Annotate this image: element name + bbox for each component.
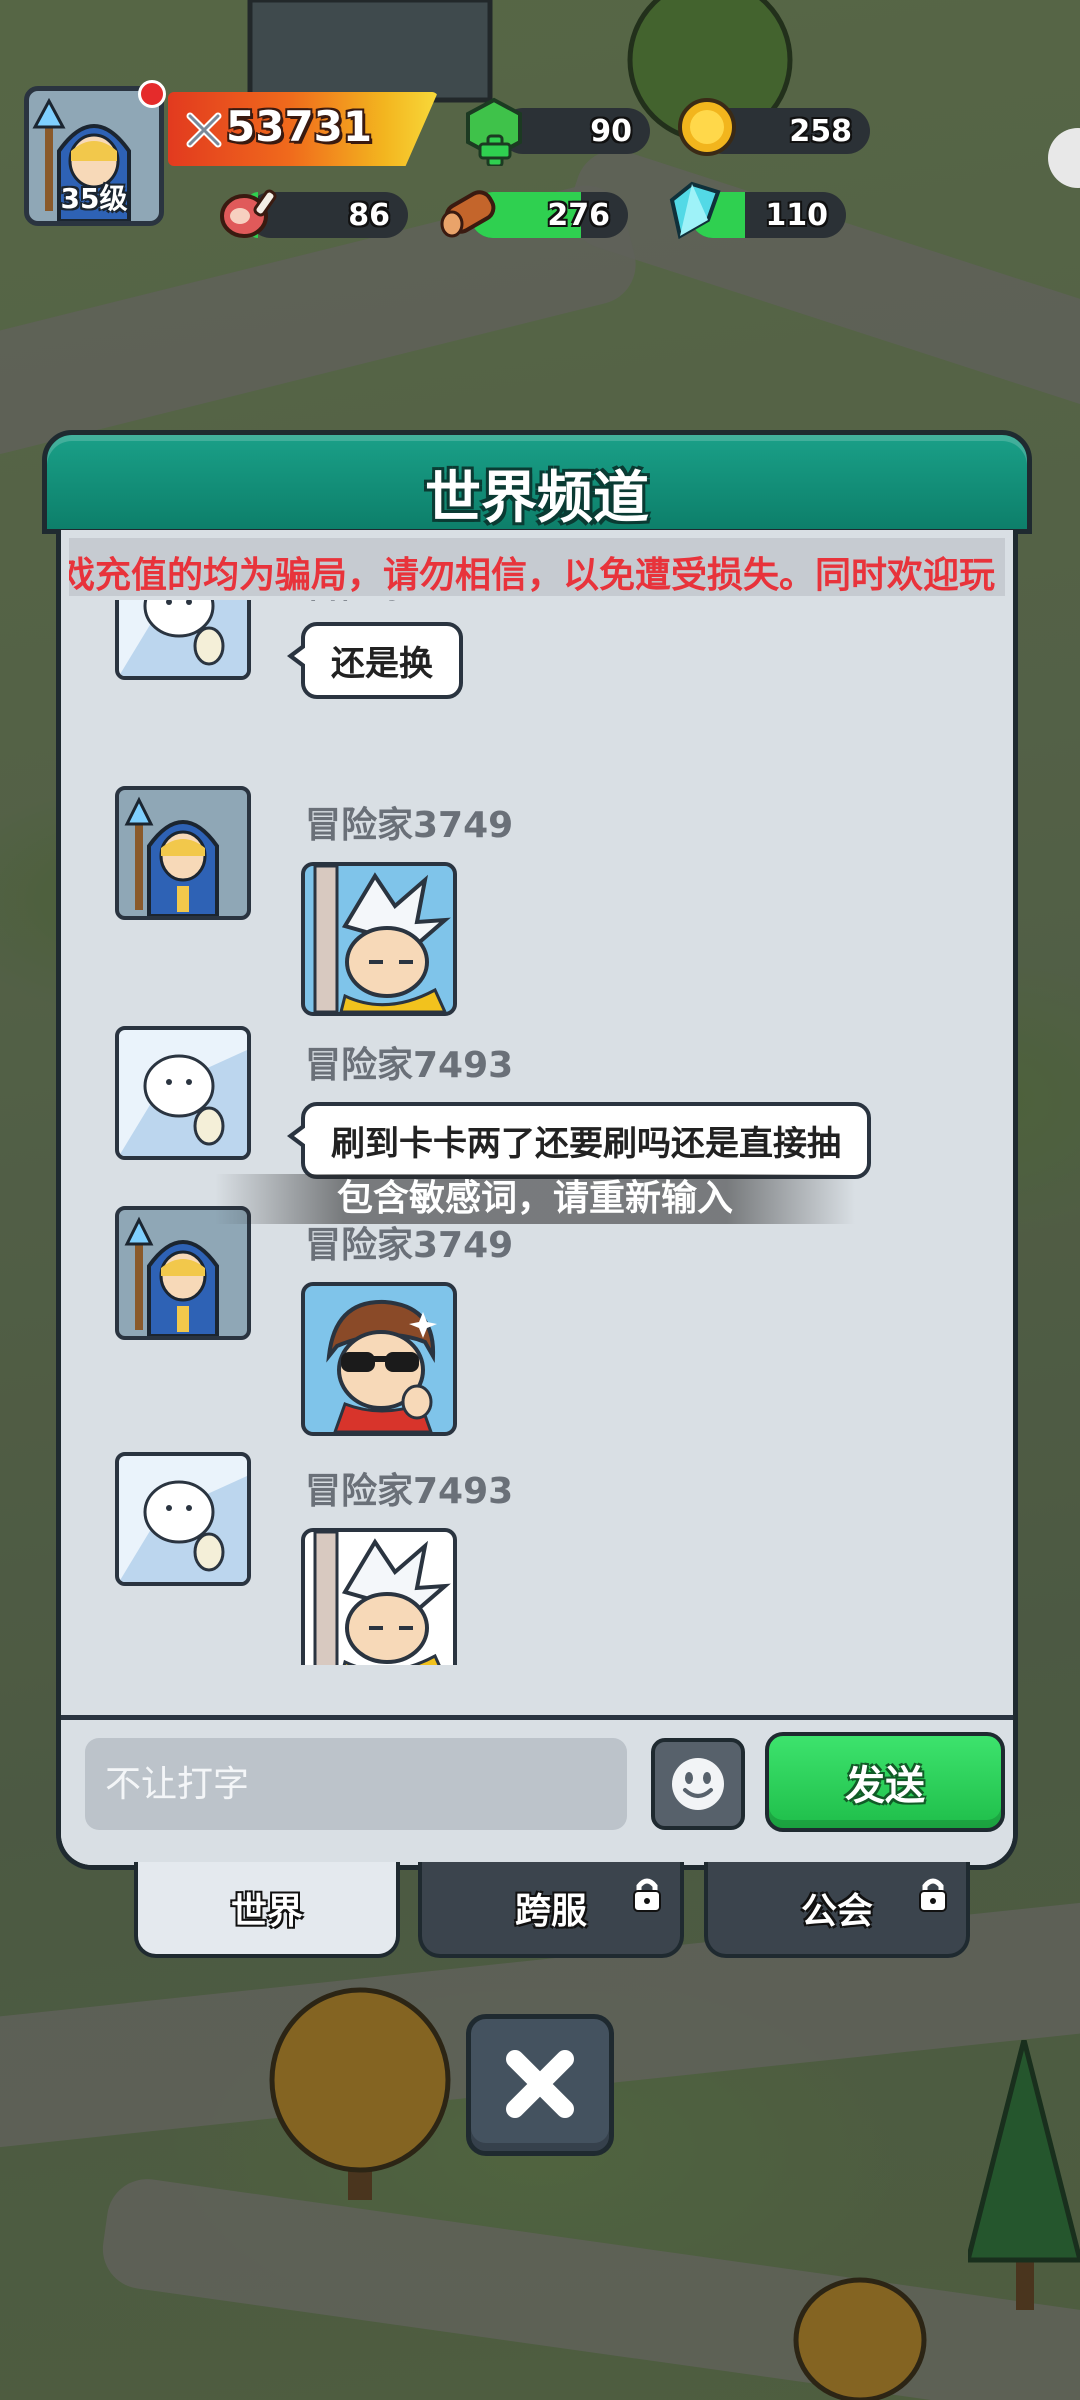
panel-body: 戏充值的均为骗局，请勿相信，以免遭受损失。同时欢迎玩 冒险家7493 还是换 bbox=[56, 530, 1018, 1870]
white-cat-avatar-icon bbox=[119, 1476, 247, 1582]
sleepy-white-hair-sticker-icon bbox=[313, 1532, 451, 1665]
blue-crystal-icon bbox=[669, 181, 721, 240]
cat-avatar[interactable] bbox=[115, 600, 251, 680]
priest-avatar[interactable] bbox=[115, 1206, 251, 1340]
white-cat-avatar-icon bbox=[119, 600, 247, 676]
crossed-swords-icon bbox=[186, 112, 222, 148]
chat-message: 冒险家7493 bbox=[61, 1452, 1013, 1665]
world-chat-panel: 世界频道 戏充值的均为骗局，请勿相信，以免遭受损失。同时欢迎玩 冒险家7493 … bbox=[42, 430, 1032, 1870]
message-bubble[interactable]: 还是换 bbox=[287, 622, 463, 699]
notice-text: 戏充值的均为骗局，请勿相信，以免遭受损失。同时欢迎玩 bbox=[69, 555, 996, 596]
sender-name: 冒险家7493 bbox=[305, 1045, 514, 1086]
chat-message-list[interactable]: 冒险家7493 还是换 冒险家3749 bbox=[61, 600, 1013, 1665]
tab-label: 世界 bbox=[230, 1891, 303, 1932]
white-cat-avatar-icon bbox=[119, 1050, 247, 1156]
tab-world[interactable]: 世界 bbox=[134, 1862, 400, 1958]
combat-power-value: 53731 bbox=[226, 102, 373, 151]
tab-label: 跨服 bbox=[514, 1891, 587, 1932]
sticker-message[interactable] bbox=[301, 1528, 457, 1665]
chat-message: 冒险家3749 bbox=[61, 1206, 1013, 1436]
chat-input-bar: 发送 bbox=[61, 1715, 1013, 1865]
message-bubble[interactable]: 刷到卡卡两了还要刷吗还是直接抽 bbox=[287, 1102, 871, 1179]
lock-icon bbox=[633, 1878, 661, 1912]
sleepy-white-hair-sticker-icon bbox=[313, 866, 451, 1012]
lock-icon bbox=[919, 1878, 947, 1912]
cool-sunglasses-sticker-icon bbox=[326, 1299, 437, 1432]
tab-cross-server[interactable]: 跨服 bbox=[418, 1862, 684, 1958]
notice-marquee: 戏充值的均为骗局，请勿相信，以免遭受损失。同时欢迎玩 bbox=[69, 538, 1005, 596]
sticker-message[interactable] bbox=[301, 862, 457, 1016]
sticker-message[interactable] bbox=[301, 1282, 457, 1436]
notification-dot bbox=[138, 80, 166, 108]
chat-message: 冒险家3749 bbox=[61, 786, 1013, 1016]
chat-message: 冒险家7493 还是换 bbox=[61, 600, 1013, 776]
emoji-button[interactable] bbox=[651, 1738, 745, 1830]
priest-avatar-icon bbox=[124, 796, 219, 916]
meat-count: 86 bbox=[348, 198, 390, 233]
gold-coin-icon bbox=[678, 98, 736, 156]
meat-icon bbox=[220, 189, 277, 238]
send-button[interactable]: 发送 bbox=[765, 1732, 1005, 1832]
cat-avatar[interactable] bbox=[115, 1452, 251, 1586]
gem-count: 90 bbox=[590, 114, 632, 149]
player-avatar[interactable]: 35级 bbox=[24, 86, 164, 226]
wood-log-icon bbox=[440, 190, 496, 238]
priest-avatar-icon bbox=[124, 1216, 219, 1336]
sender-name: 冒险家7493 bbox=[305, 600, 513, 608]
tab-label: 公会 bbox=[800, 1891, 873, 1932]
cat-avatar[interactable] bbox=[115, 1026, 251, 1160]
panel-title: 世界频道 bbox=[425, 466, 649, 531]
panel-header: 世界频道 bbox=[42, 430, 1032, 534]
player-level: 35级 bbox=[60, 182, 128, 215]
sender-name: 冒险家3749 bbox=[305, 805, 514, 846]
close-icon bbox=[506, 2050, 574, 2118]
priest-avatar[interactable] bbox=[115, 786, 251, 920]
close-button[interactable] bbox=[466, 2014, 614, 2156]
crystal-count: 110 bbox=[765, 198, 828, 233]
sender-name: 冒险家7493 bbox=[305, 1471, 514, 1512]
combat-power-bar: 53731 bbox=[168, 92, 438, 166]
wood-count: 276 bbox=[547, 198, 610, 233]
tab-guild[interactable]: 公会 bbox=[704, 1862, 970, 1958]
smiley-face-icon bbox=[672, 1758, 724, 1810]
gold-count: 258 bbox=[789, 114, 852, 149]
sensitive-word-toast: 包含敏感词，请重新输入 bbox=[215, 1174, 855, 1224]
chat-input[interactable] bbox=[85, 1738, 627, 1830]
green-gem-plus-icon bbox=[466, 97, 522, 166]
